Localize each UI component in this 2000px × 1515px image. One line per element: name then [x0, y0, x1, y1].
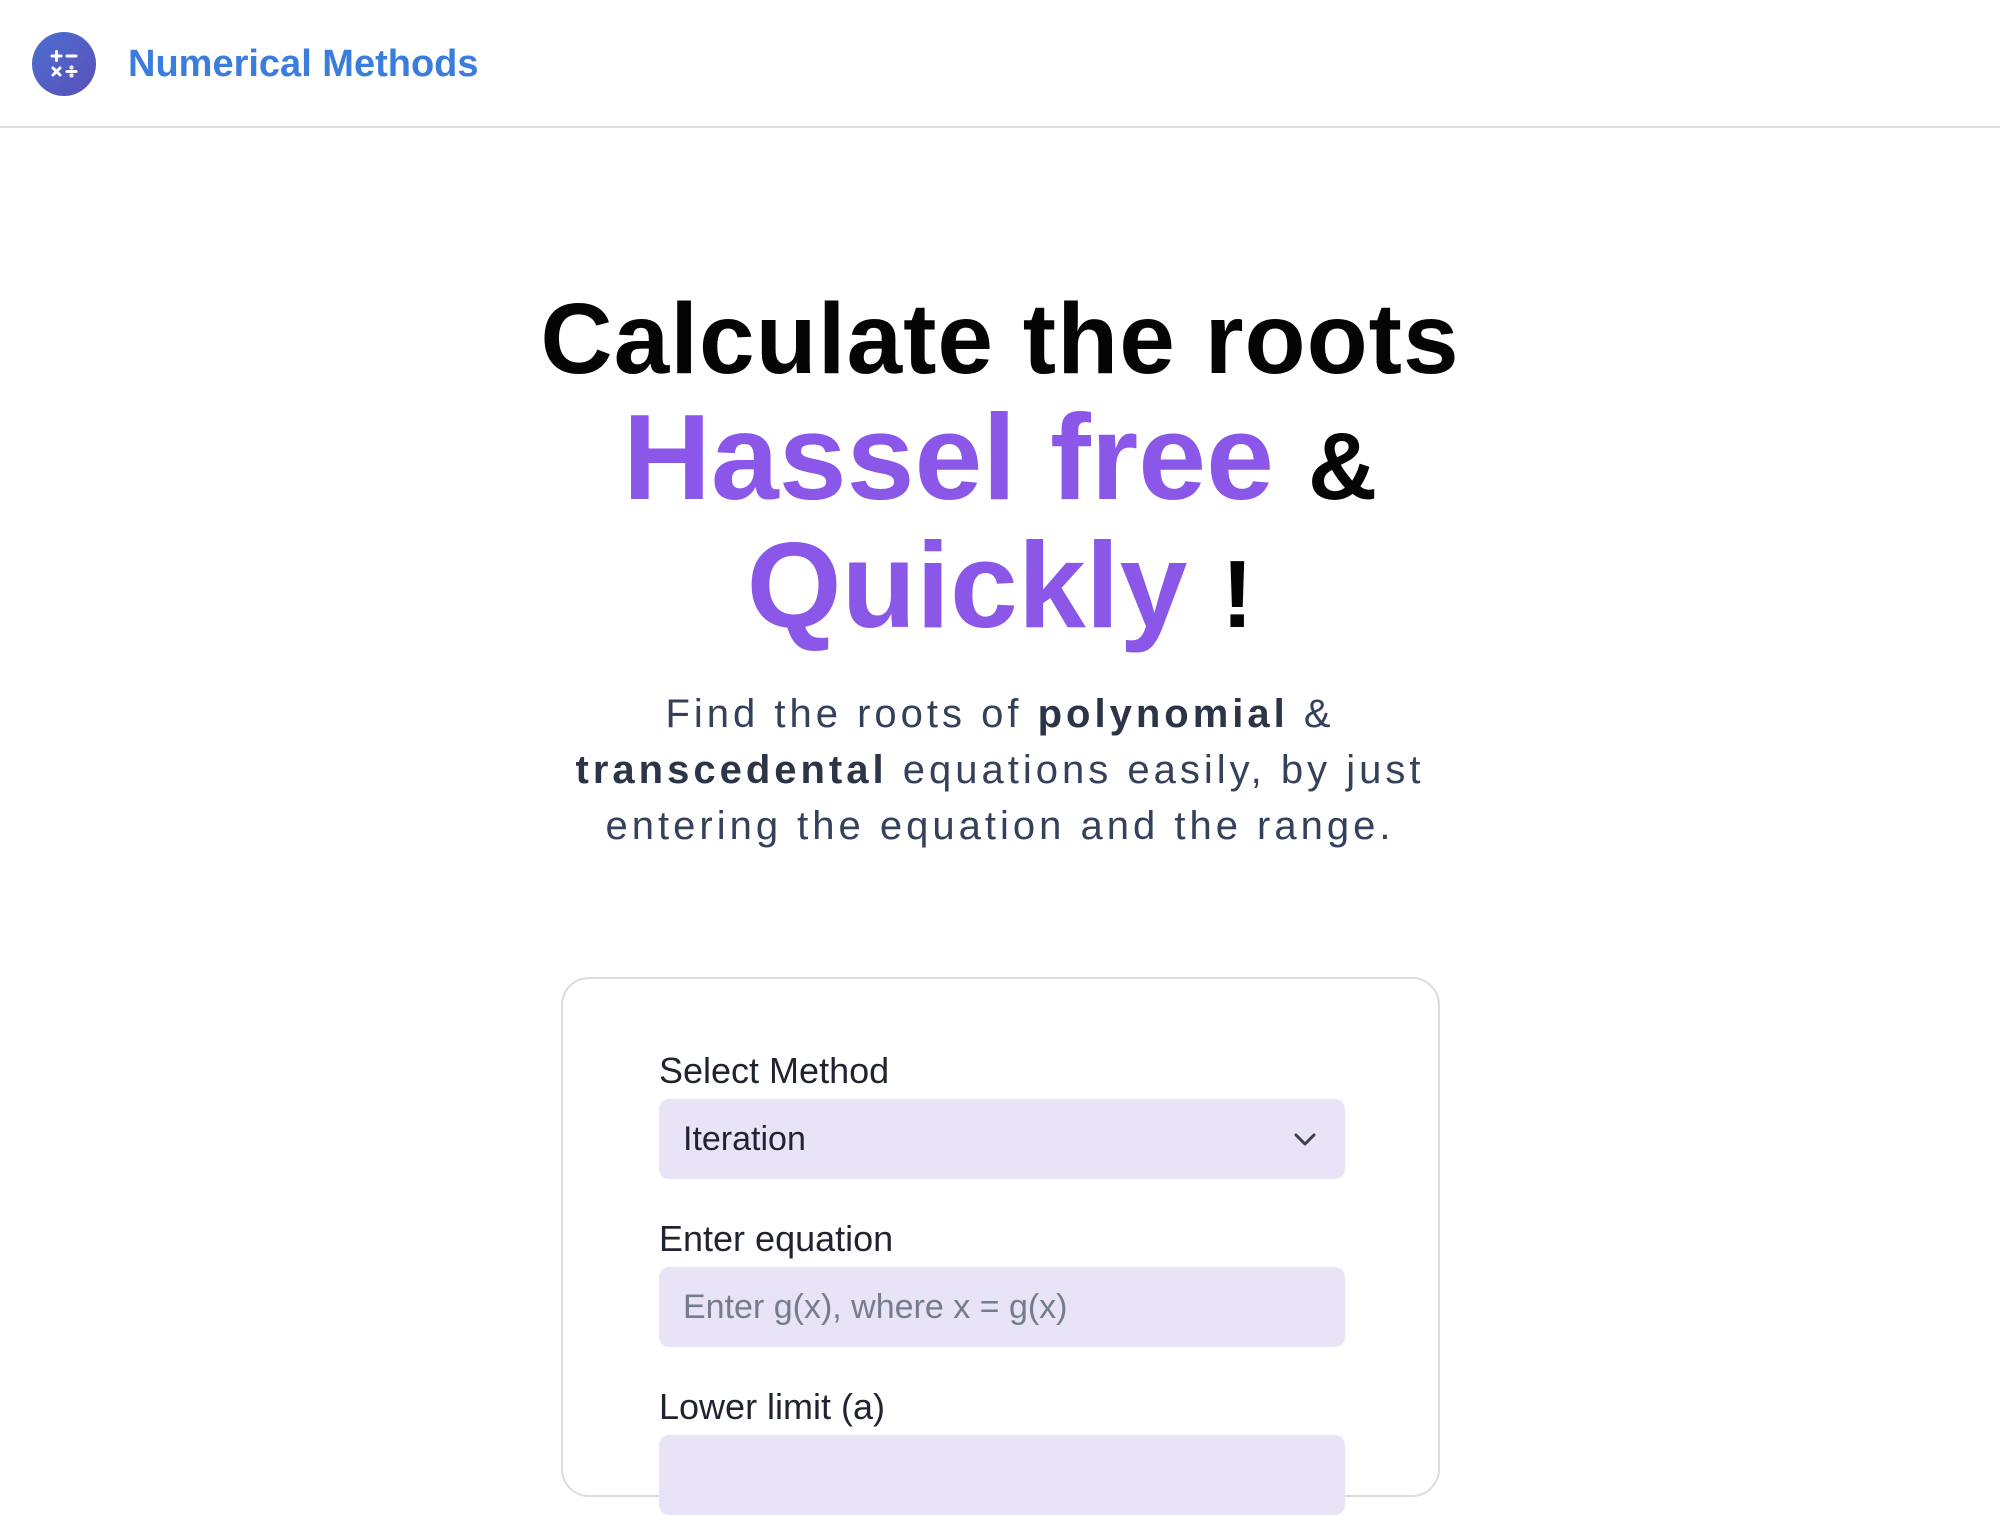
calculator-icon[interactable]: [32, 32, 96, 96]
equation-label: Enter equation: [659, 1218, 894, 1259]
hero-ampersand: &: [1307, 413, 1378, 520]
subtitle-bold-transcedental: transcedental: [575, 748, 888, 792]
equation-input[interactable]: Enter g(x), where x = g(x): [659, 1267, 1345, 1347]
hero-accent-hassel-free: Hassel free: [622, 389, 1274, 525]
hero-heading: Calculate the roots Hassel free & Quickl…: [0, 280, 2000, 654]
chevron-down-icon: [1294, 1133, 1316, 1146]
method-select-value: Iteration: [683, 1120, 806, 1158]
navbar: Numerical Methods: [0, 0, 2000, 128]
hero-exclamation: !: [1221, 541, 1254, 648]
calculator-form-card: Select Method Iteration Enter equation E…: [561, 977, 1440, 1515]
hero-accent-quickly: Quickly: [746, 517, 1188, 653]
subtitle-text-1: Find the roots of: [665, 692, 1038, 736]
hero-line-1: Calculate the roots: [540, 283, 1460, 395]
hero-line-2: Hassel free &: [0, 396, 2000, 526]
lower-limit-label: Lower limit (a): [659, 1386, 886, 1427]
lower-limit-input[interactable]: [659, 1435, 1345, 1515]
subtitle-text-2: &: [1288, 692, 1335, 736]
method-select[interactable]: Iteration: [659, 1099, 1345, 1179]
method-label: Select Method: [659, 1050, 890, 1091]
hero-line-3: Quickly !: [0, 524, 2000, 654]
subtitle-bold-polynomial: polynomial: [1037, 692, 1289, 736]
brand-title[interactable]: Numerical Methods: [128, 38, 479, 90]
equation-placeholder: Enter g(x), where x = g(x): [683, 1288, 1068, 1326]
hero-subtitle: Find the roots of polynomial & transcede…: [560, 686, 1440, 854]
